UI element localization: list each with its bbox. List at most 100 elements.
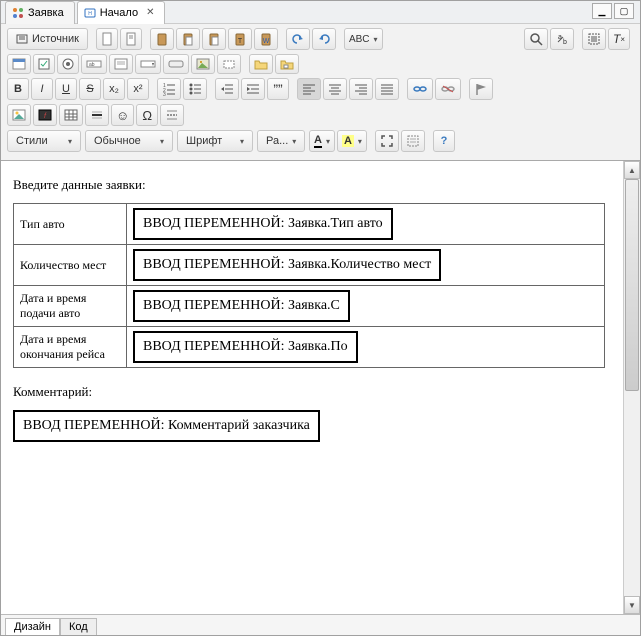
textarea-button[interactable] bbox=[109, 54, 133, 74]
showblocks-button[interactable] bbox=[401, 130, 425, 152]
checkbox-button[interactable] bbox=[33, 54, 55, 74]
aligncenter-icon bbox=[328, 82, 342, 96]
clipboard-text-icon: T bbox=[233, 32, 247, 46]
pagebreak-button[interactable] bbox=[160, 104, 184, 126]
form-button[interactable] bbox=[7, 54, 31, 74]
tab-label: Начало bbox=[100, 7, 138, 19]
bgcolor-button[interactable]: A▾ bbox=[337, 130, 367, 152]
textfield-icon: ab bbox=[86, 59, 102, 69]
scroll-down-button[interactable]: ▼ bbox=[624, 596, 640, 614]
italic-button[interactable]: I bbox=[31, 78, 53, 100]
numbered-list-button[interactable]: 123 bbox=[157, 78, 181, 100]
underline-button[interactable]: U bbox=[55, 78, 77, 100]
format-combo[interactable]: Обычное▾ bbox=[85, 130, 173, 152]
chevron-down-icon: ▾ bbox=[160, 137, 164, 146]
table-button[interactable] bbox=[59, 104, 83, 126]
chevron-down-icon: ▾ bbox=[68, 137, 72, 146]
variable-input[interactable]: ВВОД ПЕРЕМЕННОЙ: Заявка.Тип авто bbox=[133, 208, 393, 240]
remove-format-button[interactable]: T× bbox=[608, 28, 630, 50]
textfield-button[interactable]: ab bbox=[81, 54, 107, 74]
select-all-button[interactable] bbox=[582, 28, 606, 50]
hr-button[interactable] bbox=[85, 104, 109, 126]
undo-icon bbox=[291, 33, 305, 45]
image-button[interactable] bbox=[7, 104, 31, 126]
outdent-icon bbox=[220, 82, 234, 96]
select-button[interactable] bbox=[135, 54, 161, 74]
bold-button[interactable]: B bbox=[7, 78, 29, 100]
clipboard-icon bbox=[155, 32, 169, 46]
about-button[interactable]: ? bbox=[433, 130, 455, 152]
row-label: Дата и время окончания рейса bbox=[14, 327, 127, 368]
align-justify-button[interactable] bbox=[375, 78, 399, 100]
folder-button[interactable] bbox=[249, 54, 273, 74]
button-button[interactable] bbox=[163, 54, 189, 74]
variable-input[interactable]: ВВОД ПЕРЕМЕННОЙ: Заявка.Количество мест bbox=[133, 249, 441, 281]
doc-icon bbox=[125, 32, 137, 46]
font-combo[interactable]: Шрифт▾ bbox=[177, 130, 253, 152]
paste-text-button[interactable]: T bbox=[228, 28, 252, 50]
maximize-button[interactable] bbox=[375, 130, 399, 152]
smiley-button[interactable]: ☺ bbox=[111, 104, 134, 126]
ckeditor-toolbar: Источник T W ABC▾ bbox=[1, 24, 640, 161]
minimize-button[interactable]: ▁ bbox=[592, 3, 612, 19]
form-icon bbox=[12, 58, 26, 70]
svg-text:W: W bbox=[263, 38, 270, 45]
scroll-up-button[interactable]: ▲ bbox=[624, 161, 640, 179]
align-right-button[interactable] bbox=[349, 78, 373, 100]
size-combo[interactable]: Ра...▾ bbox=[257, 130, 305, 152]
align-left-button[interactable] bbox=[297, 78, 321, 100]
tab-code[interactable]: Код bbox=[60, 618, 97, 635]
bullet-list-button[interactable] bbox=[183, 78, 207, 100]
paste-button[interactable] bbox=[202, 28, 226, 50]
superscript-button[interactable]: x² bbox=[127, 78, 149, 100]
search-icon bbox=[529, 32, 543, 46]
preview-button[interactable] bbox=[120, 28, 142, 50]
specialchar-button[interactable]: Ω bbox=[136, 104, 158, 126]
outdent-button[interactable] bbox=[215, 78, 239, 100]
radio-button[interactable] bbox=[57, 54, 79, 74]
scroll-thumb[interactable] bbox=[625, 179, 639, 391]
pagebreak-icon bbox=[165, 108, 179, 122]
anchor-button[interactable] bbox=[469, 78, 493, 100]
cut-button[interactable] bbox=[150, 28, 174, 50]
editor-content[interactable]: Введите данные заявки: Тип авто ВВОД ПЕР… bbox=[1, 161, 623, 614]
table-row: Дата и время подачи авто ВВОД ПЕРЕМЕННОЙ… bbox=[14, 286, 605, 327]
vertical-scrollbar[interactable]: ▲ ▼ bbox=[623, 161, 640, 614]
tab-start[interactable]: H Начало ✕ bbox=[77, 1, 166, 24]
undo-button[interactable] bbox=[286, 28, 310, 50]
file-tab-bar: Заявка H Начало ✕ ▁ ▢ bbox=[1, 1, 640, 24]
paste-word-button[interactable]: W bbox=[254, 28, 278, 50]
window-controls: ▁ ▢ bbox=[592, 3, 634, 19]
new-page-button[interactable] bbox=[96, 28, 118, 50]
tab-design[interactable]: Дизайн bbox=[5, 618, 60, 635]
textcolor-button[interactable]: A▾ bbox=[309, 130, 335, 152]
folder2-button[interactable] bbox=[275, 54, 299, 74]
strike-button[interactable]: S bbox=[79, 78, 101, 100]
tab-label: Заявка bbox=[28, 7, 64, 19]
styles-combo[interactable]: Стили▾ bbox=[7, 130, 81, 152]
flash-button[interactable]: f bbox=[33, 104, 57, 126]
redo-button[interactable] bbox=[312, 28, 336, 50]
close-icon[interactable]: ✕ bbox=[146, 7, 154, 18]
variable-input[interactable]: ВВОД ПЕРЕМЕННОЙ: Заявка.По bbox=[133, 331, 358, 363]
tab-request[interactable]: Заявка bbox=[5, 1, 75, 24]
variable-input-comment[interactable]: ВВОД ПЕРЕМЕННОЙ: Комментарий заказчика bbox=[13, 410, 320, 442]
hiddenfield-button[interactable] bbox=[217, 54, 241, 74]
copy-button[interactable] bbox=[176, 28, 200, 50]
editor-window: Заявка H Начало ✕ ▁ ▢ Источник bbox=[0, 0, 641, 636]
variable-input[interactable]: ВВОД ПЕРЕМЕННОЙ: Заявка.С bbox=[133, 290, 350, 322]
redo-icon bbox=[317, 33, 331, 45]
find-button[interactable] bbox=[524, 28, 548, 50]
maximize-button[interactable]: ▢ bbox=[614, 3, 634, 19]
svg-text:b: b bbox=[563, 39, 567, 46]
subscript-button[interactable]: x₂ bbox=[103, 78, 125, 100]
spellcheck-button[interactable]: ABC▾ bbox=[344, 28, 383, 50]
unlink-button[interactable] bbox=[435, 78, 461, 100]
indent-button[interactable] bbox=[241, 78, 265, 100]
blockquote-button[interactable]: ”” bbox=[267, 78, 289, 100]
imagebutton-button[interactable] bbox=[191, 54, 215, 74]
link-button[interactable] bbox=[407, 78, 433, 100]
align-center-button[interactable] bbox=[323, 78, 347, 100]
replace-button[interactable]: ab bbox=[550, 28, 574, 50]
source-button[interactable]: Источник bbox=[7, 28, 88, 50]
